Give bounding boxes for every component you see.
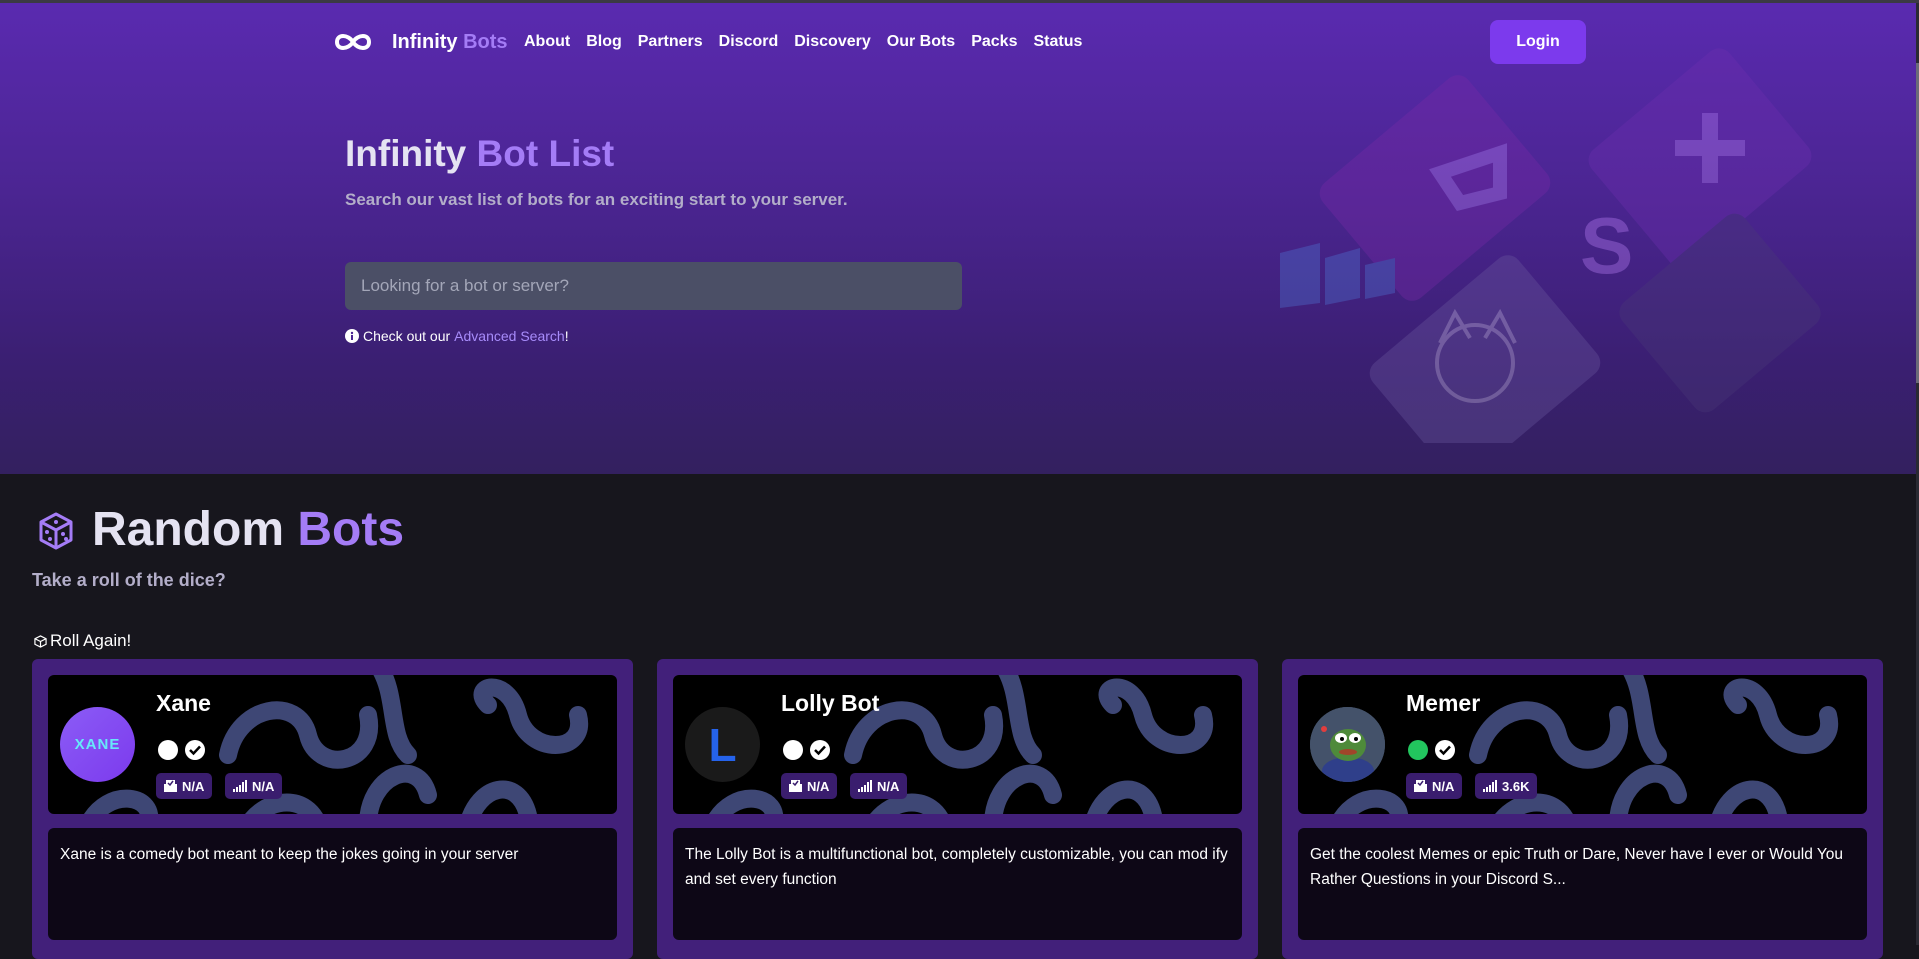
small-dice-icon [34,634,47,648]
bot-banner: L Lolly Bot N/A N/A [673,675,1242,814]
status-indicator [1408,740,1428,760]
advanced-prefix: Check out our [363,328,451,344]
nav-link-status[interactable]: Status [1033,33,1082,51]
nav-link-discovery[interactable]: Discovery [794,33,871,51]
servers-value: N/A [252,778,275,794]
bot-description: The Lolly Bot is a multifunctional bot, … [673,828,1242,940]
bot-card[interactable]: Memer N/A 3.6K Get the coolest Memes or … [1282,659,1883,959]
votes-value: N/A [807,778,830,794]
verified-icon [1435,740,1455,760]
dice-icon [39,512,73,550]
verified-icon [810,740,830,760]
search-input[interactable] [345,262,962,310]
vote-icon [1414,780,1427,792]
servers-badge: 3.6K [1475,773,1538,799]
signal-icon [1483,780,1497,792]
frog-avatar-image [1310,707,1385,782]
votes-badge: N/A [1406,773,1463,799]
vote-icon [164,780,177,792]
brand-accent: Bots [463,31,508,53]
votes-badge: N/A [781,773,838,799]
nav-link-our-bots[interactable]: Our Bots [887,33,955,51]
servers-value: N/A [877,778,900,794]
bot-name[interactable]: Xane [156,690,211,717]
signal-icon [858,780,872,792]
bot-banner: XANE Xane N/A N/A [48,675,617,814]
bot-avatar: L [685,707,760,782]
hero-title-accent: Bot List [476,133,615,174]
hero-section: S Infinity Bots About Blog Partners Disc… [0,3,1916,474]
bot-description: Xane is a comedy bot meant to keep the j… [48,828,617,940]
nav-link-discord[interactable]: Discord [719,33,779,51]
bot-card[interactable]: XANE Xane N/A N/A Xane is a comedy bot m… [32,659,633,959]
bot-description: Get the coolest Memes or epic Truth or D… [1298,828,1867,940]
nav-link-about[interactable]: About [524,33,570,51]
nav-link-partners[interactable]: Partners [638,33,703,51]
signal-icon [233,780,247,792]
bot-avatar [1310,707,1385,782]
random-title-main: Random [92,503,284,556]
bot-card[interactable]: L Lolly Bot N/A N/A The Lolly Bot is a m… [657,659,1258,959]
random-bots-title: Random Bots [92,502,404,557]
votes-value: N/A [182,778,205,794]
bot-name[interactable]: Lolly Bot [781,690,879,717]
advanced-suffix: ! [564,328,569,344]
random-title-accent: Bots [297,503,405,556]
svg-text:S: S [1580,201,1633,290]
info-icon [345,329,359,343]
bot-name[interactable]: Memer [1406,690,1480,717]
verified-icon [185,740,205,760]
hero-title-main: Infinity [345,133,467,174]
infinity-logo-icon[interactable] [334,31,372,53]
avatar-text: L [708,718,737,771]
nav-link-blog[interactable]: Blog [586,33,622,51]
votes-badge: N/A [156,773,213,799]
brand-name[interactable]: Infinity Bots [392,31,508,54]
status-indicator [158,740,178,760]
avatar-text: XANE [74,736,121,753]
bot-banner: Memer N/A 3.6K [1298,675,1867,814]
servers-value: 3.6K [1502,778,1530,794]
advanced-search-hint: Check out our Advanced Search! [345,328,569,344]
brand-main: Infinity [392,31,458,53]
bot-avatar: XANE [60,707,135,782]
advanced-search-link[interactable]: Advanced Search [454,328,565,344]
hero-subtitle: Search our vast list of bots for an exci… [345,190,848,209]
votes-value: N/A [1432,778,1455,794]
nav-link-packs[interactable]: Packs [971,33,1017,51]
servers-badge: N/A [225,773,283,799]
top-nav: Infinity Bots About Blog Partners Discor… [0,3,1916,81]
roll-again-button[interactable]: Roll Again! [34,631,131,651]
hero-background-art: S [1280,48,1821,443]
hero-title: Infinity Bot List [345,133,614,175]
status-indicator [783,740,803,760]
login-button[interactable]: Login [1490,20,1586,64]
roll-again-label: Roll Again! [50,631,132,650]
vote-icon [789,780,802,792]
servers-badge: N/A [850,773,908,799]
random-bots-subtitle: Take a roll of the dice? [32,570,226,590]
nav-links: About Blog Partners Discord Discovery Ou… [524,33,1082,51]
